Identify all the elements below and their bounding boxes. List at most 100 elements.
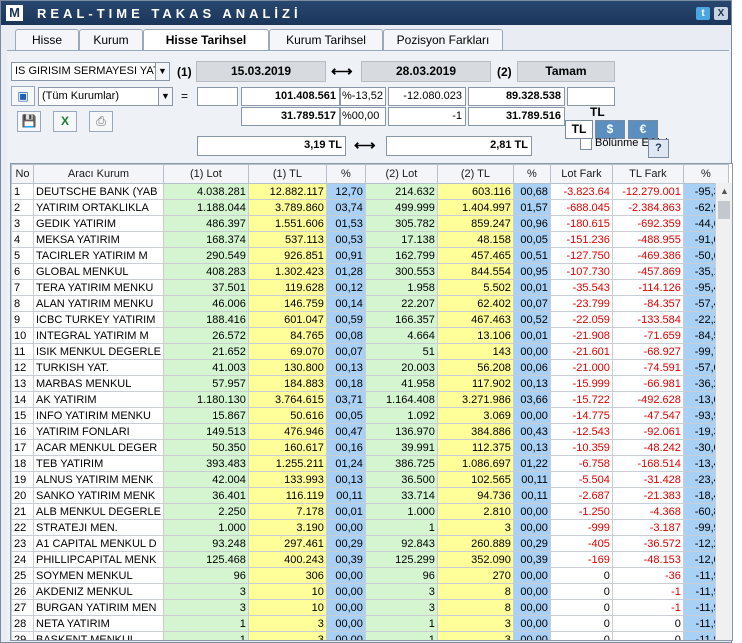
table-row[interactable]: 14 AK YATIRIM 1.180.130 3.764.615 03,71 1.164… (11, 391, 729, 408)
table-cell: 00,13 (512, 375, 551, 392)
total-lot-2: 89.328.538 (468, 87, 565, 106)
table-row[interactable]: 29 BASKENT MENKUL 1 3 00,00 1 3 00,00 0 0 -11,91 (11, 631, 729, 640)
column-header[interactable]: (1) Lot (162, 164, 249, 184)
table-row[interactable]: 20 SANKO YATIRIM MENK 36.401 116.119 00,11 33… (11, 487, 729, 504)
scroll-thumb[interactable] (718, 201, 730, 219)
table-row[interactable]: 15 INFO YATIRIM MENKU 15.867 50.616 00,05 1.0… (11, 407, 729, 424)
table-cell: 1.255.211 (247, 455, 327, 472)
ok-button[interactable]: Tamam (517, 61, 615, 82)
vertical-scrollbar[interactable]: ▲ (715, 183, 732, 640)
table-cell: 3.069 (436, 407, 514, 424)
table-cell: TERA YATIRIM MENKU (33, 279, 164, 296)
save-icon[interactable]: 💾 (17, 111, 41, 132)
table-cell: -114.126 (611, 279, 684, 296)
date1-field[interactable]: 15.03.2019 (196, 61, 326, 82)
table-row[interactable]: 24 PHILLIPCAPITAL MENK 125.468 400.243 00,39… (11, 551, 729, 568)
column-header[interactable]: % (682, 164, 729, 184)
table-cell: 1 (364, 615, 438, 632)
table-row[interactable]: 13 MARBAS MENKUL 57.957 184.883 00,18 41.958 1… (11, 375, 729, 392)
equals-label: = (181, 89, 189, 103)
app-logo-icon: M (6, 5, 23, 21)
table-cell: 12 (11, 359, 34, 376)
table-cell: 00,14 (325, 295, 366, 312)
stock-select[interactable]: IS GIRISIM SERMAYESI YAT ▼ (11, 62, 170, 81)
table-cell: 214.632 (364, 183, 438, 200)
table-cell: 22 (11, 519, 34, 536)
column-header[interactable]: (2) TL (436, 164, 514, 184)
table-row[interactable]: 16 YATIRIM FONLARI 149.513 476.946 00,47 136.… (11, 423, 729, 440)
period-1-label: (1) (177, 65, 192, 79)
column-header[interactable]: Aracı Kurum (33, 164, 164, 184)
tab-hisse[interactable]: Hisse (15, 29, 79, 51)
split-effect-checkbox[interactable] (580, 138, 592, 150)
table-row[interactable]: 18 TEB YATIRIM 393.483 1.255.211 01,24 386.72… (11, 455, 729, 472)
table-cell: 01,53 (325, 215, 366, 232)
table-row[interactable]: 17 ACAR MENKUL DEGER 50.350 160.617 00,16 39.… (11, 439, 729, 456)
table-row[interactable]: 19 ALNUS YATIRIM MENK 42.004 133.993 00,13 36… (11, 471, 729, 488)
tab-pozisyon-farklari[interactable]: Pozisyon Farkları (383, 29, 503, 51)
tab-kurum[interactable]: Kurum (79, 29, 143, 51)
table-row[interactable]: 27 BURGAN YATIRIM MEN 3 10 00,00 3 8 00,00 0 -1 -1… (11, 599, 729, 616)
table-cell: YATIRIM FONLARI (33, 423, 164, 440)
table-cell: 69.070 (247, 343, 327, 360)
table-cell: 13.106 (436, 327, 514, 344)
table-row[interactable]: 23 A1 CAPITAL MENKUL D 93.248 297.461 00,29 9… (11, 535, 729, 552)
table-row[interactable]: 25 SOYMEN MENKUL 96 306 00,00 96 270 00,00 0 -36-… (11, 567, 729, 584)
table-row[interactable]: 1 DEUTSCHE BANK (YAB 4.038.281 12.882.117 12… (11, 183, 729, 200)
table-row[interactable]: 12 TURKISH YAT. 41.003 130.800 00,13 20.003 56… (11, 359, 729, 376)
table-cell: STRATEJI MEN. (33, 519, 164, 536)
table-row[interactable]: 5 TACIRLER YATIRIM M 290.549 926.851 00,91 16… (11, 247, 729, 264)
table-cell: 84.765 (247, 327, 327, 344)
table-cell: 94.736 (436, 487, 514, 504)
close-button[interactable]: X (714, 7, 728, 20)
column-header[interactable]: % (512, 164, 551, 184)
column-header[interactable]: (1) TL (247, 164, 327, 184)
table-cell: -35.543 (549, 279, 613, 296)
table-row[interactable]: 4 MEKSA YATIRIM 168.374 537.113 00,53 17.138 4… (11, 231, 729, 248)
table-cell: 00,00 (325, 583, 366, 600)
table-cell: 5 (11, 247, 34, 264)
institution-select[interactable]: (Tüm Kurumlar) ▼ (38, 87, 173, 106)
table-row[interactable]: 9 ICBC TURKEY YATIRIM 188.416 601.047 00,59 1… (11, 311, 729, 328)
table-row[interactable]: 8 ALAN YATIRIM MENKU 46.006 146.759 00,14 22.… (11, 295, 729, 312)
tab-kurum-tarihsel[interactable]: Kurum Tarihsel (269, 29, 383, 51)
table-cell: 00,68 (512, 183, 551, 200)
currency-tl-button[interactable]: TL (565, 120, 593, 139)
table-cell: 00,16 (325, 439, 366, 456)
table-cell: 1 (162, 615, 249, 632)
column-header[interactable]: Lot Fark (549, 164, 613, 184)
table-row[interactable]: 28 NETA YATIRIM 1 3 00,00 1 3 00,00 0 0 -11,91 (11, 615, 729, 632)
table-cell: 00,18 (325, 375, 366, 392)
table-row[interactable]: 7 TERA YATIRIM MENKU 37.501 119.628 00,12 1.9… (11, 279, 729, 296)
table-cell: 51 (364, 343, 438, 360)
column-header[interactable]: TL Fark (611, 164, 684, 184)
table-row[interactable]: 6 GLOBAL MENKUL 408.283 1.302.423 01,28 300.5… (11, 263, 729, 280)
column-header[interactable]: (2) Lot (364, 164, 438, 184)
filter-value-input[interactable] (197, 87, 238, 106)
table-row[interactable]: 3 GEDIK YATIRIM 486.397 1.551.606 01,53 305.7… (11, 215, 729, 232)
excel-icon[interactable]: X (53, 111, 77, 132)
scroll-up-icon[interactable]: ▲ (716, 183, 732, 200)
table-cell: 00,13 (325, 359, 366, 376)
column-header[interactable]: % (325, 164, 366, 184)
column-header[interactable]: No (11, 164, 34, 184)
table-row[interactable]: 21 ALB MENKUL DEGERLE 2.250 7.178 00,01 1.000… (11, 503, 729, 520)
table-cell: 603.116 (436, 183, 514, 200)
table-row[interactable]: 11 ISIK MENKUL DEGERLE 21.652 69.070 00,07 51… (11, 343, 729, 360)
help-button[interactable]: ? (648, 139, 669, 158)
table-cell: 386.725 (364, 455, 438, 472)
institution-filter-icon[interactable]: ▣ (11, 86, 35, 106)
extra-input[interactable] (567, 87, 615, 106)
twitter-icon[interactable]: t (696, 7, 710, 20)
tab-hisse-tarihsel[interactable]: Hisse Tarihsel (143, 29, 269, 52)
print-icon[interactable]: ⎙ (89, 111, 113, 132)
table-cell: 486.397 (162, 215, 249, 232)
table-row[interactable]: 2 YATIRIM ORTAKLIKLA 1.188.044 3.789.860 03,… (11, 199, 729, 216)
table-cell: -47.547 (611, 407, 684, 424)
table-row[interactable]: 22 STRATEJI MEN. 1.000 3.190 00,00 1 3 00,00 -99… (11, 519, 729, 536)
table-row[interactable]: 10 INTEGRAL YATIRIM M 26.572 84.765 00,08 4.6… (11, 327, 729, 344)
table-cell: -688.045 (549, 199, 613, 216)
date2-field[interactable]: 28.03.2019 (361, 61, 491, 82)
table-cell: -23.799 (549, 295, 613, 312)
table-row[interactable]: 26 AKDENIZ MENKUL 3 10 00,00 3 8 00,00 0 -1 -11,91 (11, 583, 729, 600)
